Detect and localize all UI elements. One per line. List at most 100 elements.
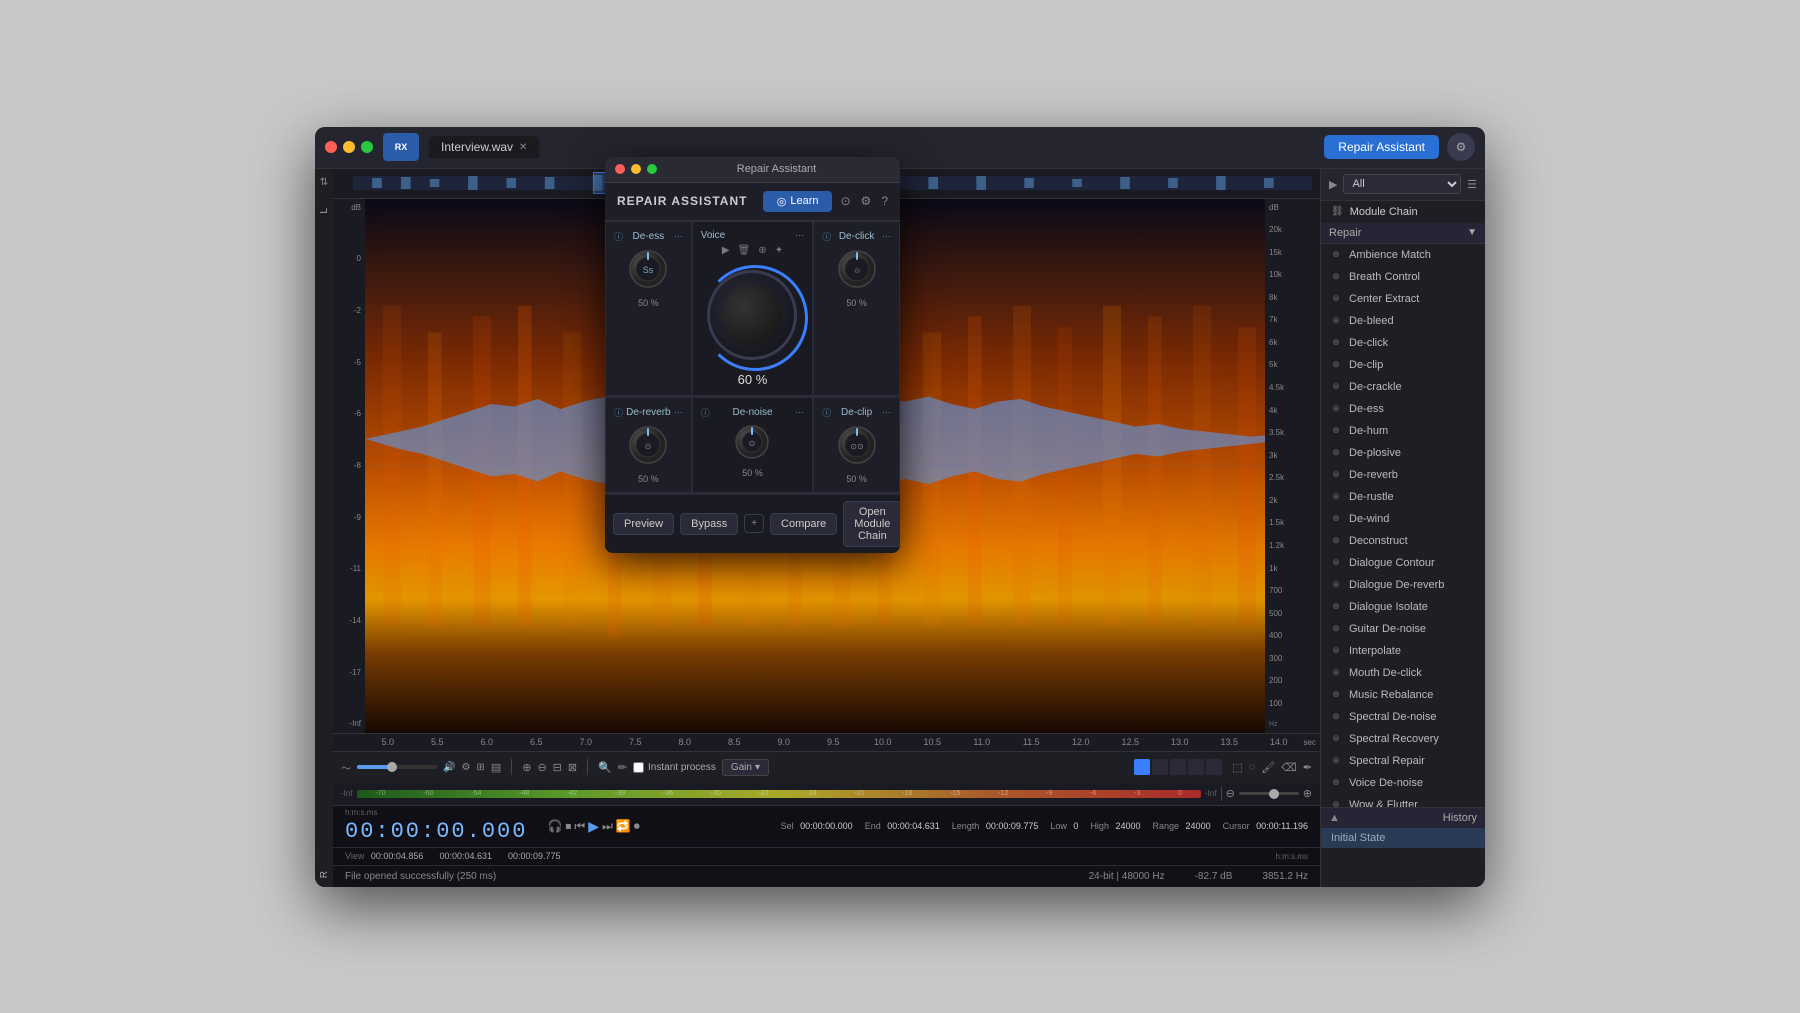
de-noise-knob[interactable]: ⊙ (733, 423, 771, 461)
erase-icon[interactable]: ⌫ (1281, 761, 1297, 774)
zoom-in-btn[interactable]: ⊕ (1303, 787, 1312, 800)
history-item-initial[interactable]: Initial State (1321, 828, 1485, 848)
select-tool-icon[interactable]: ⬚ (1232, 761, 1242, 774)
de-click-info-icon[interactable]: ⓘ (822, 230, 831, 243)
list-item-de-crackle[interactable]: ⊕ De-crackle (1321, 376, 1485, 398)
list-item-dialogue-isolate[interactable]: ⊕ Dialogue Isolate (1321, 596, 1485, 618)
list-item-deconstruct[interactable]: ⊕ Deconstruct (1321, 530, 1485, 552)
view-btn-3[interactable] (1170, 759, 1186, 775)
list-item-guitar-de-noise[interactable]: ⊕ Guitar De-noise (1321, 618, 1485, 640)
voice-copy-icon[interactable]: ⊕ (758, 245, 766, 256)
list-item-de-rustle[interactable]: ⊕ De-rustle (1321, 486, 1485, 508)
dialog-maximize-btn[interactable] (647, 164, 657, 174)
de-ess-knob[interactable]: Ss (626, 247, 670, 291)
de-click-knob[interactable]: ⊙ (835, 247, 879, 291)
zoom-out-btn[interactable]: ⊖ (1226, 787, 1235, 800)
de-ess-info-icon[interactable]: ⓘ (614, 230, 623, 243)
de-reverb-knob[interactable]: ⊙ (626, 423, 670, 467)
record-btn[interactable]: ⏺ (634, 819, 640, 834)
de-clip-info-icon[interactable]: ⓘ (822, 406, 831, 419)
list-item-dialogue-contour[interactable]: ⊕ Dialogue Contour (1321, 552, 1485, 574)
list-item-spectral-repair[interactable]: ⊕ Spectral Repair (1321, 750, 1485, 772)
zoom-slider[interactable] (1239, 792, 1299, 795)
list-item-spectral-recovery[interactable]: ⊕ Spectral Recovery (1321, 728, 1485, 750)
list-item-interpolate[interactable]: ⊕ Interpolate (1321, 640, 1485, 662)
list-item-de-wind[interactable]: ⊕ De-wind (1321, 508, 1485, 530)
close-button[interactable] (325, 141, 337, 153)
speaker-icon[interactable]: 🔊 (443, 762, 455, 773)
maximize-button[interactable] (361, 141, 373, 153)
zoom-fit-icon[interactable]: ⊟ (553, 761, 562, 774)
list-item-center-extract[interactable]: ⊕ Center Extract (1321, 288, 1485, 310)
list-item-de-reverb[interactable]: ⊕ De-reverb (1321, 464, 1485, 486)
waveform-icon[interactable]: 〜 (341, 760, 351, 775)
dialog-close-btn[interactable] (615, 164, 625, 174)
open-module-chain-button[interactable]: Open Module Chain (843, 501, 900, 547)
de-reverb-settings-icon[interactable]: ⋯ (674, 407, 683, 418)
view-btn-4[interactable] (1188, 759, 1204, 775)
de-noise-settings-icon[interactable]: ⋯ (795, 407, 804, 418)
settings-dialog-icon[interactable]: ⚙ (861, 194, 872, 208)
list-item-de-click[interactable]: ⊕ De-click (1321, 332, 1485, 354)
pencil-icon[interactable]: ✒ (1303, 761, 1312, 774)
waveform-view-icon[interactable]: ▤ (491, 761, 501, 774)
preview-button[interactable]: Preview (613, 513, 674, 535)
list-item-spectral-de-noise[interactable]: ⊕ Spectral De-noise (1321, 706, 1485, 728)
rewind-btn[interactable]: ⏮ (574, 819, 585, 834)
left-panel-collapse-icon[interactable]: ⇅ (320, 177, 328, 188)
search-icon[interactable]: 🔍 (598, 761, 612, 774)
list-item-de-ess[interactable]: ⊕ De-ess (1321, 398, 1485, 420)
de-noise-info-icon[interactable]: ⓘ (701, 406, 710, 419)
voice-play-icon[interactable]: ▶ (722, 245, 730, 256)
de-click-settings-icon[interactable]: ⋯ (882, 231, 891, 242)
list-icon[interactable]: ☰ (1467, 178, 1477, 191)
zoom-select-icon[interactable]: ⊠ (568, 761, 577, 774)
grid-icon[interactable]: ⊞ (476, 762, 484, 773)
de-clip-knob[interactable]: ⊙⊙ (835, 423, 879, 467)
voice-dial[interactable] (707, 270, 797, 360)
paint-icon[interactable]: 🖌 (1261, 761, 1275, 774)
list-item-de-clip[interactable]: ⊕ De-clip (1321, 354, 1485, 376)
view-btn-5[interactable] (1206, 759, 1222, 775)
voice-settings-btn[interactable]: ✦ (775, 245, 783, 256)
instant-process-checkbox[interactable] (633, 762, 644, 773)
tab-close-icon[interactable]: ✕ (519, 142, 527, 153)
settings-icon[interactable]: ⚙ (461, 762, 470, 773)
bypass-button[interactable]: Bypass (680, 513, 738, 535)
edit-icon[interactable]: ✏ (618, 761, 627, 774)
play-btn[interactable]: ▶ (588, 818, 599, 835)
user-avatar[interactable]: ⚙ (1447, 133, 1475, 161)
voice-delete-icon[interactable]: 🗑 (738, 245, 751, 256)
search-dialog-icon[interactable]: ⊙ (840, 194, 850, 208)
module-chain-button[interactable]: ⛓ Module Chain (1321, 201, 1485, 223)
zoom-in-horizontal-icon[interactable]: ⊕ (522, 761, 531, 774)
loop-btn[interactable]: 🔁 (616, 819, 631, 833)
help-dialog-icon[interactable]: ? (881, 194, 888, 208)
repair-section-expand-icon[interactable]: ▼ (1467, 227, 1477, 238)
zoom-out-horizontal-icon[interactable]: ⊖ (537, 761, 546, 774)
de-reverb-info-icon[interactable]: ⓘ (614, 406, 623, 419)
de-clip-settings-icon[interactable]: ⋯ (882, 407, 891, 418)
play-icon-panel[interactable]: ▶ (1329, 178, 1337, 191)
stop-btn[interactable]: ⏹ (565, 819, 571, 834)
level-thumb[interactable] (387, 762, 397, 772)
list-item-dialogue-de-reverb[interactable]: ⊕ Dialogue De-reverb (1321, 574, 1485, 596)
list-item-breath-control[interactable]: ⊕ Breath Control (1321, 266, 1485, 288)
compare-button[interactable]: Compare (770, 513, 837, 535)
list-item-wow-flutter[interactable]: ⊕ Wow & Flutter (1321, 794, 1485, 807)
list-item-ambience-match[interactable]: ⊕ Ambience Match (1321, 244, 1485, 266)
view-btn-1[interactable] (1134, 759, 1150, 775)
de-ess-settings-icon[interactable]: ⋯ (674, 231, 683, 242)
voice-settings-icon[interactable]: ⋯ (795, 230, 804, 241)
file-tab[interactable]: Interview.wav ✕ (429, 136, 539, 158)
lasso-icon[interactable]: ◌ (1249, 761, 1256, 773)
minimize-button[interactable] (343, 141, 355, 153)
list-item-de-hum[interactable]: ⊕ De-hum (1321, 420, 1485, 442)
repair-assistant-button[interactable]: Repair Assistant (1324, 135, 1439, 159)
dialog-minimize-btn[interactable] (631, 164, 641, 174)
gain-dropdown[interactable]: Gain ▾ (722, 759, 769, 776)
learn-button[interactable]: ◎ Learn (763, 191, 833, 212)
history-expand-icon[interactable]: ▲ (1329, 812, 1340, 824)
module-filter-dropdown[interactable]: All (1343, 174, 1461, 194)
view-btn-2[interactable] (1152, 759, 1168, 775)
